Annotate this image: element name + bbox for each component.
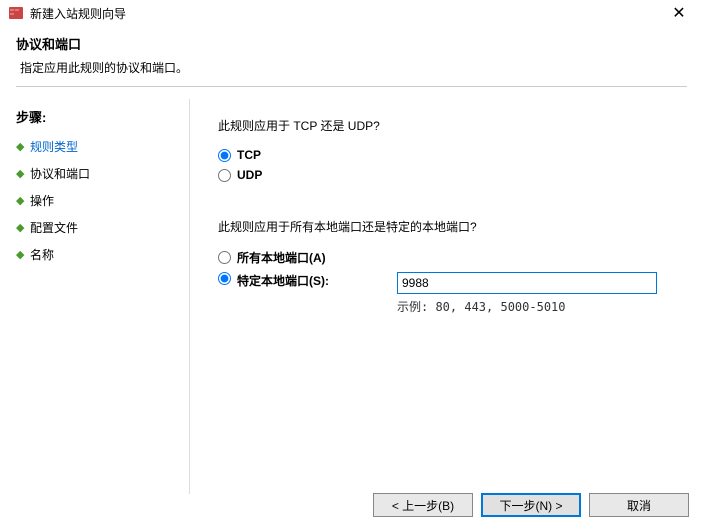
- port-question: 此规则应用于所有本地端口还是特定的本地端口?: [218, 218, 675, 235]
- all-ports-radio[interactable]: [218, 251, 231, 264]
- next-button[interactable]: 下一步(N) >: [481, 493, 581, 517]
- header: 协议和端口 指定应用此规则的协议和端口。: [0, 26, 703, 99]
- back-button[interactable]: < 上一步(B): [373, 493, 473, 517]
- tcp-label[interactable]: TCP: [237, 148, 261, 162]
- step-arrow-icon: ◆: [16, 194, 30, 207]
- udp-label[interactable]: UDP: [237, 168, 262, 182]
- step-arrow-icon: ◆: [16, 221, 30, 234]
- specific-ports-radio[interactable]: [218, 272, 231, 285]
- firewall-icon: [8, 5, 24, 21]
- step-label: 协议和端口: [30, 165, 90, 182]
- step-item-2[interactable]: ◆操作: [16, 192, 173, 209]
- step-arrow-icon: ◆: [16, 140, 30, 153]
- step-item-0[interactable]: ◆规则类型: [16, 138, 173, 155]
- sidebar: 步骤: ◆规则类型◆协议和端口◆操作◆配置文件◆名称: [0, 99, 190, 494]
- step-item-1[interactable]: ◆协议和端口: [16, 165, 173, 182]
- tcp-radio[interactable]: [218, 149, 231, 162]
- close-button[interactable]: ✕: [663, 3, 695, 23]
- step-label: 操作: [30, 192, 54, 209]
- steps-title: 步骤:: [16, 107, 173, 126]
- page-title: 协议和端口: [16, 34, 687, 53]
- main-panel: 此规则应用于 TCP 还是 UDP? TCP UDP 此规则应用于所有本地端口还…: [190, 99, 703, 494]
- port-input[interactable]: [397, 272, 657, 294]
- footer: < 上一步(B) 下一步(N) > 取消: [373, 493, 689, 517]
- step-arrow-icon: ◆: [16, 167, 30, 180]
- divider: [16, 86, 687, 87]
- step-label: 规则类型: [30, 138, 78, 155]
- step-label: 配置文件: [30, 219, 78, 236]
- window-title: 新建入站规则向导: [30, 5, 663, 22]
- cancel-button[interactable]: 取消: [589, 493, 689, 517]
- step-item-3[interactable]: ◆配置文件: [16, 219, 173, 236]
- specific-ports-label[interactable]: 特定本地端口(S):: [237, 272, 377, 289]
- step-item-4[interactable]: ◆名称: [16, 246, 173, 263]
- all-ports-label[interactable]: 所有本地端口(A): [237, 249, 326, 266]
- titlebar: 新建入站规则向导 ✕: [0, 0, 703, 26]
- step-label: 名称: [30, 246, 54, 263]
- udp-radio[interactable]: [218, 169, 231, 182]
- page-subtitle: 指定应用此规则的协议和端口。: [20, 59, 687, 76]
- protocol-question: 此规则应用于 TCP 还是 UDP?: [218, 117, 675, 134]
- port-example: 示例: 80, 443, 5000-5010: [397, 298, 657, 315]
- step-arrow-icon: ◆: [16, 248, 30, 261]
